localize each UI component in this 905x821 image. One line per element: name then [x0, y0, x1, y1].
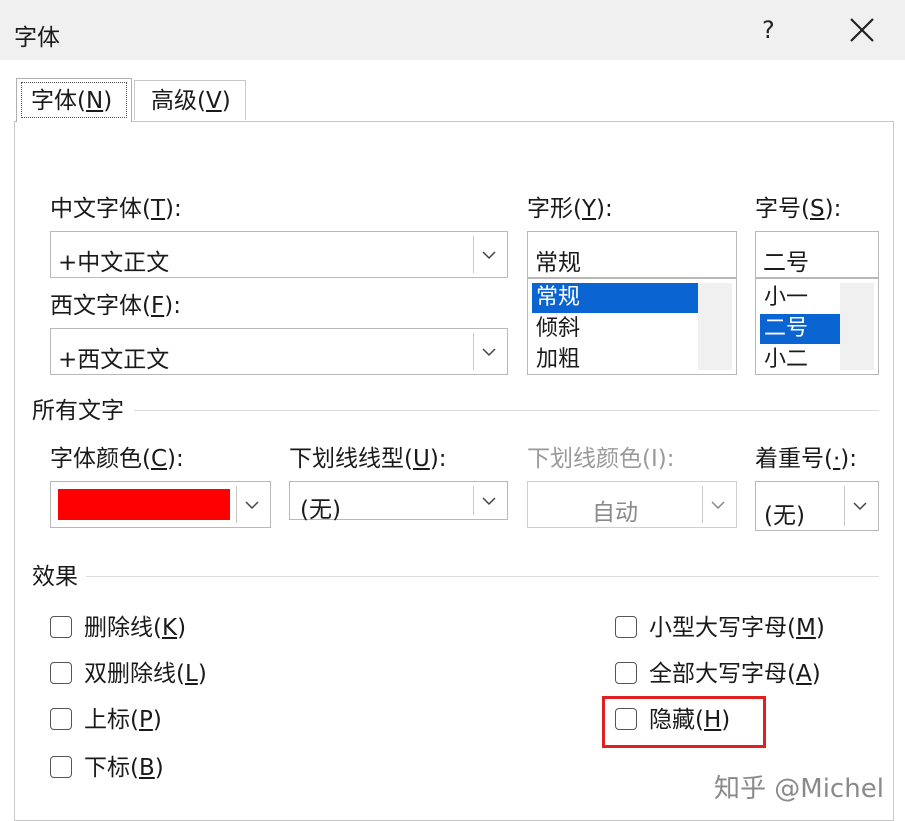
size-list-scrollbar[interactable] — [840, 283, 874, 370]
font-color-swatch — [58, 489, 230, 520]
section-divider — [86, 576, 879, 577]
emphasis-dropdown-button[interactable] — [844, 486, 874, 526]
emphasis-value: (无) — [764, 503, 805, 529]
underline-color-value: 自动 — [592, 500, 638, 526]
checkbox-label: 双删除线(L) — [84, 661, 207, 687]
west-font-value: +西文正文 — [58, 347, 170, 373]
chevron-down-icon — [482, 496, 496, 505]
chevron-down-icon — [853, 502, 867, 511]
checkbox-box[interactable] — [50, 662, 72, 684]
chevron-down-icon — [482, 250, 496, 259]
style-option-bold[interactable]: 加粗 — [532, 345, 699, 374]
style-option-italic[interactable]: 倾斜 — [532, 314, 699, 344]
style-list-scrollbar[interactable] — [698, 283, 732, 370]
style-input[interactable]: 常规 — [527, 231, 737, 278]
strikethrough-checkbox[interactable]: 删除线(K) — [50, 614, 230, 642]
size-label: 字号(S): — [755, 196, 842, 222]
size-input[interactable]: 二号 — [755, 231, 879, 278]
watermark-text: 知乎 @Michel — [714, 774, 884, 804]
emphasis-label: 着重号(·): — [755, 446, 858, 472]
font-color-label: 字体颜色(C): — [50, 446, 184, 472]
effects-heading: 效果 — [32, 564, 78, 590]
underline-color-label: 下划线颜色(I): — [527, 446, 675, 472]
checkbox-label: 下标(B) — [84, 755, 164, 781]
checkbox-label: 全部大写字母(A) — [649, 661, 821, 687]
style-listbox[interactable]: 常规 倾斜 加粗 — [527, 278, 737, 375]
style-option-regular[interactable]: 常规 — [532, 283, 699, 313]
dialog-title: 字体 — [14, 25, 60, 51]
checkbox-label: 上标(P) — [84, 707, 162, 733]
all-text-heading: 所有文字 — [32, 398, 124, 424]
font-color-combo[interactable] — [50, 481, 271, 528]
emphasis-combo[interactable]: (无) — [755, 481, 879, 531]
close-icon[interactable] — [846, 14, 878, 46]
cn-font-dropdown-button[interactable] — [473, 236, 503, 273]
underline-style-combo[interactable]: (无) — [289, 481, 508, 523]
cn-font-combo[interactable]: +中文正文 — [50, 231, 508, 278]
all-caps-checkbox[interactable]: 全部大写字母(A) — [615, 660, 855, 688]
size-option[interactable]: 小二 — [760, 345, 842, 374]
underline-style-dropdown-button[interactable] — [473, 486, 503, 515]
chevron-down-icon — [711, 500, 725, 509]
underline-style-label: 下划线线型(U): — [289, 446, 447, 472]
size-input-value: 二号 — [763, 250, 809, 276]
style-label: 字形(Y): — [527, 196, 613, 222]
chevron-down-icon — [482, 347, 496, 356]
subscript-checkbox[interactable]: 下标(B) — [50, 754, 230, 782]
size-option[interactable]: 二号 — [760, 314, 842, 344]
tab-advanced[interactable]: 高级(V) — [134, 80, 246, 120]
size-listbox[interactable]: 小一 二号 小二 — [755, 278, 879, 375]
checkbox-box[interactable] — [50, 756, 72, 778]
tab-focus-rect — [21, 82, 127, 118]
underline-style-value: (无) — [300, 497, 341, 523]
double-strikethrough-checkbox[interactable]: 双删除线(L) — [50, 660, 230, 688]
underline-color-combo: 自动 — [527, 481, 737, 528]
underline-color-dropdown-button — [702, 486, 732, 523]
cn-font-value: +中文正文 — [58, 250, 170, 276]
section-divider — [134, 410, 879, 411]
cn-font-label: 中文字体(T): — [50, 196, 182, 222]
size-option[interactable]: 小一 — [760, 283, 842, 313]
font-color-dropdown-button[interactable] — [236, 486, 266, 523]
checkbox-box[interactable] — [615, 662, 637, 684]
highlight-annotation-box — [602, 696, 766, 748]
superscript-checkbox[interactable]: 上标(P) — [50, 706, 230, 734]
small-caps-checkbox[interactable]: 小型大写字母(M) — [615, 614, 855, 642]
chevron-down-icon — [245, 500, 259, 509]
style-input-value: 常规 — [535, 250, 581, 276]
checkbox-box[interactable] — [50, 616, 72, 638]
west-font-dropdown-button[interactable] — [473, 333, 503, 370]
west-font-label: 西文字体(F): — [50, 293, 181, 319]
checkbox-box[interactable] — [615, 616, 637, 638]
west-font-combo[interactable]: +西文正文 — [50, 328, 508, 375]
checkbox-label: 删除线(K) — [84, 615, 187, 641]
checkbox-box[interactable] — [50, 708, 72, 730]
help-button[interactable]: ? — [762, 16, 775, 44]
checkbox-label: 小型大写字母(M) — [649, 615, 825, 641]
tab-advanced-label: 高级(V) — [151, 88, 231, 114]
